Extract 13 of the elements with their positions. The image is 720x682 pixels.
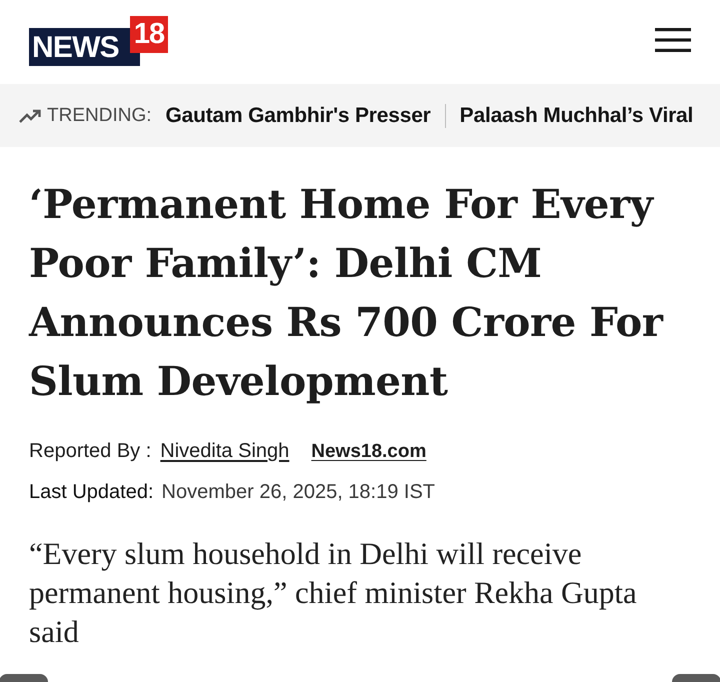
source-link[interactable]: News18.com	[311, 441, 426, 463]
trending-link[interactable]: Gautam Gambhir's Presser	[166, 104, 445, 128]
updated-date: November 26, 2025, 18:19 IST	[162, 481, 436, 504]
menu-icon	[655, 28, 691, 52]
trending-link[interactable]: Palaash Muchhal’s Viral	[446, 104, 694, 128]
article-headline: ‘Permanent Home For Every Poor Family’: Delhi CM Announces Rs 700 Crore For Slum Development	[29, 180, 664, 407]
updated-label: Last Updated:	[29, 481, 154, 504]
byline-label: Reported By :	[29, 440, 152, 463]
author-link[interactable]: Nivedita Singh	[160, 440, 290, 463]
trending-up-icon	[19, 108, 41, 122]
article-lede: “Every slum household in Delhi will receive permanent housing,” chief minister Rekha Gupta said	[29, 535, 638, 651]
menu-button[interactable]	[655, 28, 691, 52]
trending-label: TRENDING:	[47, 104, 152, 126]
